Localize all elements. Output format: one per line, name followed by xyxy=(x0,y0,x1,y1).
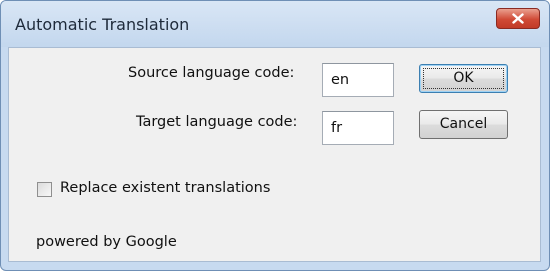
cancel-button[interactable]: Cancel xyxy=(419,110,508,139)
ok-button-label: OK xyxy=(453,70,474,86)
title-bar[interactable]: Automatic Translation xyxy=(1,1,549,47)
cancel-button-label: Cancel xyxy=(439,116,488,132)
target-language-label: Target language code: xyxy=(136,114,298,130)
source-language-label: Source language code: xyxy=(128,65,295,81)
replace-translations-checkbox[interactable] xyxy=(37,182,52,197)
window-title: Automatic Translation xyxy=(15,15,190,34)
close-icon xyxy=(512,13,524,24)
target-language-input[interactable] xyxy=(322,111,394,145)
dialog-body: Source language code: Target language co… xyxy=(8,47,541,262)
replace-translations-label[interactable]: Replace existent translations xyxy=(60,180,270,196)
source-language-input[interactable] xyxy=(322,63,394,97)
close-button[interactable] xyxy=(496,8,540,29)
ok-button[interactable]: OK xyxy=(419,64,508,93)
powered-by-text: powered by Google xyxy=(36,234,177,250)
dialog-window: Automatic Translation Source language co… xyxy=(0,0,550,271)
